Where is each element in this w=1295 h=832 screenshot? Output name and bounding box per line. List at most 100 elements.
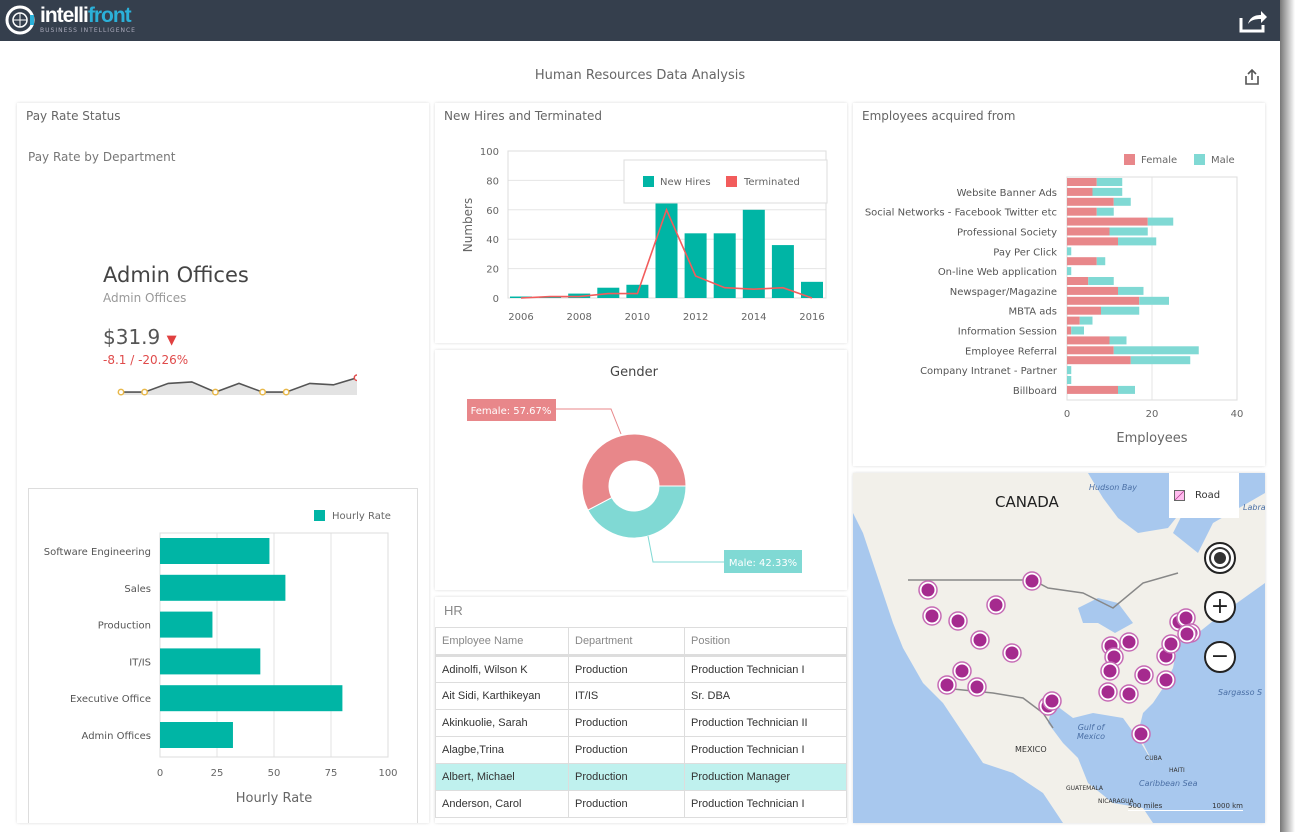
bar-male xyxy=(1079,316,1093,325)
category-label: Company Intranet - Partner xyxy=(920,366,1058,377)
map-style-button[interactable]: Road xyxy=(1169,473,1239,518)
zoom-in-button[interactable]: + xyxy=(1204,591,1236,623)
department-cell: Production xyxy=(568,763,685,791)
bar-female xyxy=(1067,178,1097,186)
category-label: Professional Society xyxy=(957,228,1057,239)
logo-text-accent: front xyxy=(87,4,132,27)
category-label: Website Banner Ads xyxy=(957,188,1057,199)
bar-executive-office xyxy=(160,685,343,712)
panel-title: Pay Rate Status xyxy=(26,109,121,123)
x-tick-label: 100 xyxy=(378,768,397,779)
y-tick-label: 80 xyxy=(486,176,499,187)
map-scale-bar: 500 miles 1000 km xyxy=(1128,802,1243,811)
top-bar: intellifront BUSINESS INTELLIGENCE xyxy=(0,0,1280,41)
category-label: On-line Web application xyxy=(938,267,1057,278)
kpi-value: $31.9 xyxy=(103,325,161,349)
position-cell: Sr. DBA xyxy=(684,682,847,710)
x-axis-title: Employees xyxy=(1116,431,1187,446)
bar-male xyxy=(1147,217,1174,226)
map-label-canada: CANADA xyxy=(995,493,1059,511)
department-cell: Production xyxy=(568,709,685,737)
column-header-department[interactable]: Department xyxy=(568,627,685,657)
bar-female xyxy=(1067,237,1118,246)
y-tick-label: 40 xyxy=(486,235,499,246)
map-canvas[interactable] xyxy=(853,473,1265,823)
column-header-employee-name[interactable]: Employee Name xyxy=(435,627,569,657)
position-cell: Production Technician I xyxy=(684,790,847,818)
zoom-out-button[interactable]: − xyxy=(1204,641,1236,673)
table-row[interactable]: Albert, Michael Production Production Mana… xyxy=(435,763,847,791)
export-icon[interactable] xyxy=(1238,8,1268,34)
new-hires-panel: New Hires and Terminated 0 20 40 60 80 100 200… xyxy=(435,103,847,343)
bar-female xyxy=(1067,356,1131,365)
location-marker xyxy=(925,609,939,623)
x-tick-label: 75 xyxy=(325,768,338,779)
logo[interactable]: intellifront BUSINESS INTELLIGENCE xyxy=(4,4,136,36)
sparkline-point xyxy=(211,388,219,396)
map[interactable]: CANADA Hudson Bay Labra Sargasso S Gulf … xyxy=(853,473,1265,823)
employee-name-cell: Anderson, Carol xyxy=(435,790,569,818)
location-marker xyxy=(1101,685,1115,699)
location-marker xyxy=(951,614,965,628)
employee-name-cell: Ait Sidi, Karthikeyan xyxy=(435,682,569,710)
bar-male xyxy=(1067,366,1072,375)
location-marker xyxy=(1137,668,1151,682)
sparkline-point xyxy=(259,388,267,396)
table-row[interactable]: Adinolfi, Wilson K Production Production T… xyxy=(435,655,847,683)
bar-female xyxy=(1067,207,1097,216)
location-marker xyxy=(1025,574,1039,588)
bar-male xyxy=(1113,346,1199,355)
bar-male xyxy=(1109,336,1127,345)
table-row[interactable]: Alagbe,Trina Production Production Technic… xyxy=(435,736,847,764)
department-cell: Production xyxy=(568,790,685,818)
bar-female xyxy=(1067,227,1110,236)
location-marker xyxy=(940,678,954,692)
bar-male xyxy=(1109,227,1148,236)
bar-male xyxy=(1067,247,1072,256)
bar-male xyxy=(1071,326,1084,335)
bar-sales xyxy=(160,574,286,601)
x-tick-label: 2010 xyxy=(625,312,650,323)
table-row[interactable]: Akinkuolie, Sarah Production Production Te… xyxy=(435,709,847,737)
bar-admin-offices xyxy=(160,722,233,748)
sparkline-area xyxy=(121,377,357,395)
y-tick-label: 20 xyxy=(486,265,499,276)
x-axis-title: Hourly Rate xyxy=(236,791,313,806)
category-label: IT/IS xyxy=(129,657,151,668)
locate-icon xyxy=(1214,552,1226,564)
employees-acquired-panel: Employees acquired from 0 20 40 Website Ban… xyxy=(853,103,1265,466)
bar-new-hires-2012 xyxy=(684,233,707,298)
bar-male xyxy=(1092,187,1123,196)
leader-line-female xyxy=(556,408,622,435)
legend-label-male: Male xyxy=(1211,155,1235,166)
category-label: Billboard xyxy=(1013,386,1057,397)
sparkline-point xyxy=(282,388,290,396)
x-tick-label: 0 xyxy=(1064,409,1070,420)
legend-label-terminated: Terminated xyxy=(743,177,800,188)
location-marker xyxy=(921,583,935,597)
bar-male xyxy=(1139,296,1169,305)
table-row[interactable]: Ait Sidi, Karthikeyan IT/IS Sr. DBA xyxy=(435,682,847,710)
kpi-sparkline xyxy=(117,374,357,396)
legend-swatch-male xyxy=(1194,154,1205,165)
table-row[interactable]: Anderson, Carol Production Production Tech… xyxy=(435,790,847,818)
bar-female xyxy=(1067,277,1089,285)
map-label-labrador: Labra xyxy=(1243,503,1265,512)
share-icon[interactable] xyxy=(1243,68,1261,86)
hr-table: Employee Name Department Position Adinol… xyxy=(435,627,847,818)
department-cell: Production xyxy=(568,655,685,683)
x-tick-label: 40 xyxy=(1231,409,1244,420)
y-tick-label: 60 xyxy=(486,206,499,217)
bar-male xyxy=(1096,257,1106,266)
bar-male xyxy=(1118,385,1135,394)
bar-female xyxy=(1067,336,1110,345)
column-header-position[interactable]: Position xyxy=(684,627,847,657)
bar-male xyxy=(1101,306,1140,315)
locate-button[interactable] xyxy=(1204,542,1236,574)
map-label-hudson: Hudson Bay xyxy=(1089,483,1137,492)
location-marker xyxy=(1045,694,1059,708)
category-label: Information Session xyxy=(958,327,1057,338)
road-style-icon xyxy=(1174,490,1185,501)
bar-male xyxy=(1088,277,1114,285)
location-marker xyxy=(1164,637,1178,651)
